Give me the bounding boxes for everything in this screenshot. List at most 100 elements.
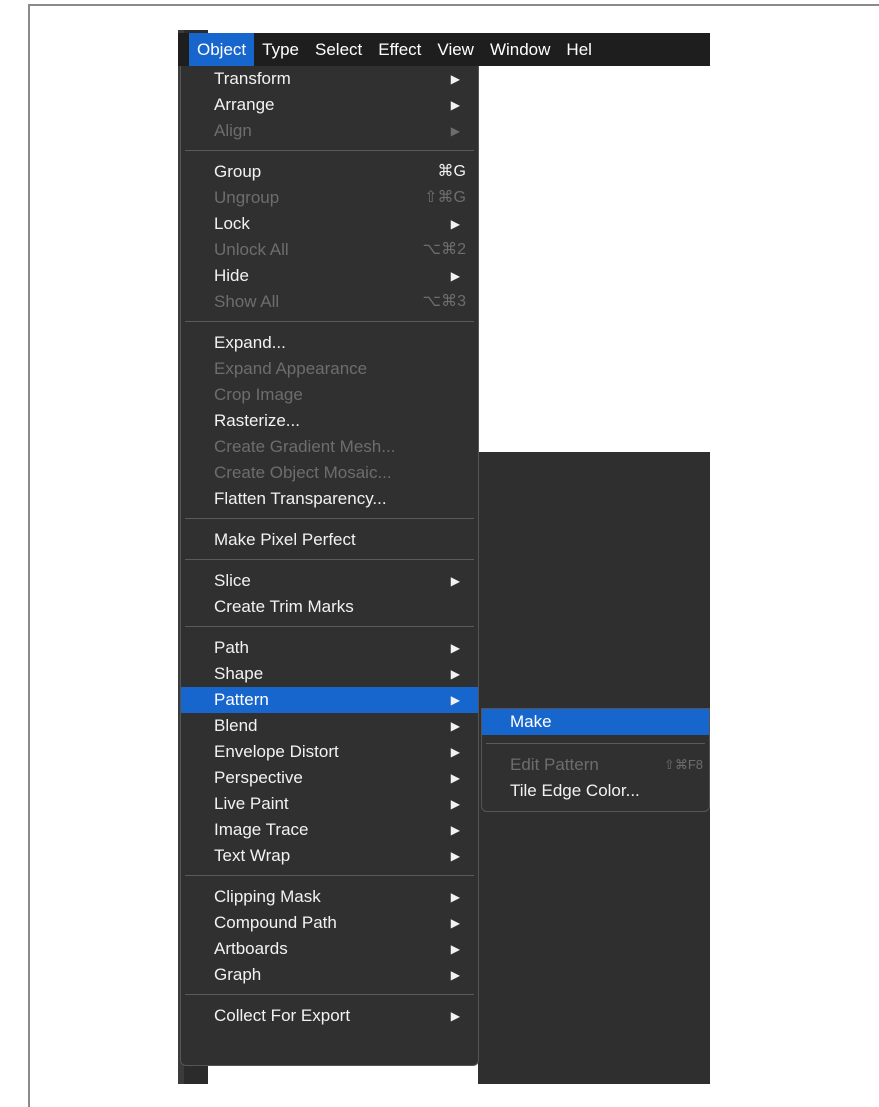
menu-item-label: Blend	[214, 716, 258, 735]
menu-item-envelope-distort[interactable]: Envelope Distort ▶	[181, 739, 478, 765]
menu-item-label: Tile Edge Color...	[510, 781, 640, 800]
menu-item-expand[interactable]: Expand...	[181, 330, 478, 356]
submenu-arrow-icon: ▶	[450, 968, 460, 982]
menu-item-lock[interactable]: Lock ▶	[181, 211, 478, 237]
menubar-item-select[interactable]: Select	[307, 33, 370, 66]
frame-left-border	[28, 4, 30, 1107]
submenu-item-make[interactable]: Make	[482, 709, 709, 735]
menu-separator	[185, 321, 474, 322]
menu-item-label: Align	[214, 121, 252, 140]
menu-item-label: Rasterize...	[214, 411, 300, 430]
submenu-arrow-icon: ▶	[450, 693, 460, 707]
frame-top-border	[28, 4, 879, 6]
submenu-arrow-icon: ▶	[450, 719, 460, 733]
menu-item-label: Perspective	[214, 768, 303, 787]
menu-item-crop-image: Crop Image	[181, 382, 478, 408]
menu-item-arrange[interactable]: Arrange ▶	[181, 92, 478, 118]
menu-item-label: Collect For Export	[214, 1006, 351, 1025]
menu-item-compound-path[interactable]: Compound Path ▶	[181, 910, 478, 936]
menu-item-unlock-all: Unlock All ⌥⌘2	[181, 237, 478, 263]
submenu-arrow-icon: ▶	[450, 771, 460, 785]
menu-item-label: Flatten Transparency...	[214, 489, 387, 508]
menu-item-label: Transform	[214, 69, 291, 88]
menu-item-label: Create Object Mosaic...	[214, 463, 392, 482]
menu-item-clipping-mask[interactable]: Clipping Mask ▶	[181, 884, 478, 910]
menu-separator	[185, 150, 474, 151]
menu-item-label: Clipping Mask	[214, 887, 321, 906]
menu-item-label: Pattern	[214, 690, 269, 709]
submenu-arrow-icon: ▶	[450, 849, 460, 863]
submenu-arrow-icon: ▶	[450, 1009, 460, 1023]
keyboard-shortcut: ⌥⌘3	[422, 293, 466, 310]
menu-item-path[interactable]: Path ▶	[181, 635, 478, 661]
keyboard-shortcut: ⌥⌘2	[422, 241, 466, 258]
menu-item-create-trim-marks[interactable]: Create Trim Marks	[181, 594, 478, 620]
submenu-arrow-icon: ▶	[450, 98, 460, 112]
menu-item-rasterize[interactable]: Rasterize...	[181, 408, 478, 434]
menu-item-label: Live Paint	[214, 794, 289, 813]
menu-item-label: Path	[214, 638, 249, 657]
menubar-item-type[interactable]: Type	[254, 33, 307, 66]
menu-item-transform[interactable]: Transform ▶	[181, 66, 478, 92]
menu-item-live-paint[interactable]: Live Paint ▶	[181, 791, 478, 817]
menu-item-label: Hide	[214, 266, 249, 285]
menu-item-hide[interactable]: Hide ▶	[181, 263, 478, 289]
menu-bar: Object Type Select Effect View Window Hel	[178, 33, 710, 66]
menu-item-expand-appearance: Expand Appearance	[181, 356, 478, 382]
menu-item-label: Show All	[214, 292, 280, 311]
menubar-item-object[interactable]: Object	[189, 33, 255, 66]
keyboard-shortcut: ⇧⌘G	[424, 189, 466, 206]
menu-item-label: Text Wrap	[214, 846, 291, 865]
menu-item-create-object-mosaic: Create Object Mosaic...	[181, 460, 478, 486]
menu-separator	[185, 626, 474, 627]
menu-separator	[185, 875, 474, 876]
menu-item-text-wrap[interactable]: Text Wrap ▶	[181, 843, 478, 869]
submenu-arrow-icon: ▶	[450, 574, 460, 588]
submenu-arrow-icon: ▶	[450, 217, 460, 231]
menu-item-make-pixel-perfect[interactable]: Make Pixel Perfect	[181, 527, 478, 553]
menu-item-group[interactable]: Group ⌘G	[181, 159, 478, 185]
menu-separator	[486, 743, 705, 744]
menu-separator	[185, 994, 474, 995]
menu-item-ungroup: Ungroup ⇧⌘G	[181, 185, 478, 211]
menu-item-pattern[interactable]: Pattern ▶	[181, 687, 478, 713]
menubar-item-effect[interactable]: Effect	[370, 33, 429, 66]
submenu-arrow-icon: ▶	[450, 269, 460, 283]
menu-item-flatten-transparency[interactable]: Flatten Transparency...	[181, 486, 478, 512]
menu-item-blend[interactable]: Blend ▶	[181, 713, 478, 739]
menu-item-label: Make	[510, 712, 552, 731]
menu-item-label: Ungroup	[214, 188, 280, 207]
menubar-item-view[interactable]: View	[429, 33, 482, 66]
menu-item-label: Arrange	[214, 95, 275, 114]
menu-item-label: Lock	[214, 214, 250, 233]
menu-item-artboards[interactable]: Artboards ▶	[181, 936, 478, 962]
submenu-item-edit-pattern: Edit Pattern ⇧⌘F8	[482, 752, 709, 778]
submenu-arrow-icon: ▶	[450, 745, 460, 759]
menu-item-label: Artboards	[214, 939, 288, 958]
menu-item-image-trace[interactable]: Image Trace ▶	[181, 817, 478, 843]
menubar-item-hel[interactable]: Hel	[558, 33, 600, 66]
menu-separator	[185, 559, 474, 560]
menu-separator	[185, 518, 474, 519]
menu-item-perspective[interactable]: Perspective ▶	[181, 765, 478, 791]
menu-item-label: Create Gradient Mesh...	[214, 437, 396, 456]
menu-item-graph[interactable]: Graph ▶	[181, 962, 478, 988]
menu-item-label: Envelope Distort	[214, 742, 339, 761]
keyboard-shortcut: ⇧⌘F8	[663, 757, 703, 772]
menu-item-label: Group	[214, 162, 262, 181]
menu-item-collect-for-export[interactable]: Collect For Export ▶	[181, 1003, 478, 1029]
menu-item-shape[interactable]: Shape ▶	[181, 661, 478, 687]
keyboard-shortcut: ⌘G	[437, 163, 466, 180]
menubar-item-window[interactable]: Window	[482, 33, 558, 66]
menu-item-label: Unlock All	[214, 240, 289, 259]
object-menu-dropdown: Transform ▶ Arrange ▶ Align ▶ Group ⌘G Ungroup ⇧⌘…	[180, 66, 479, 1066]
submenu-arrow-icon: ▶	[450, 797, 460, 811]
menu-item-label: Slice	[214, 571, 251, 590]
menu-item-label: Make Pixel Perfect	[214, 530, 356, 549]
menu-item-label: Crop Image	[214, 385, 303, 404]
submenu-arrow-icon: ▶	[450, 942, 460, 956]
submenu-item-tile-edge-color[interactable]: Tile Edge Color...	[482, 778, 709, 804]
menu-item-label: Graph	[214, 965, 262, 984]
menu-item-label: Compound Path	[214, 913, 337, 932]
menu-item-slice[interactable]: Slice ▶	[181, 568, 478, 594]
